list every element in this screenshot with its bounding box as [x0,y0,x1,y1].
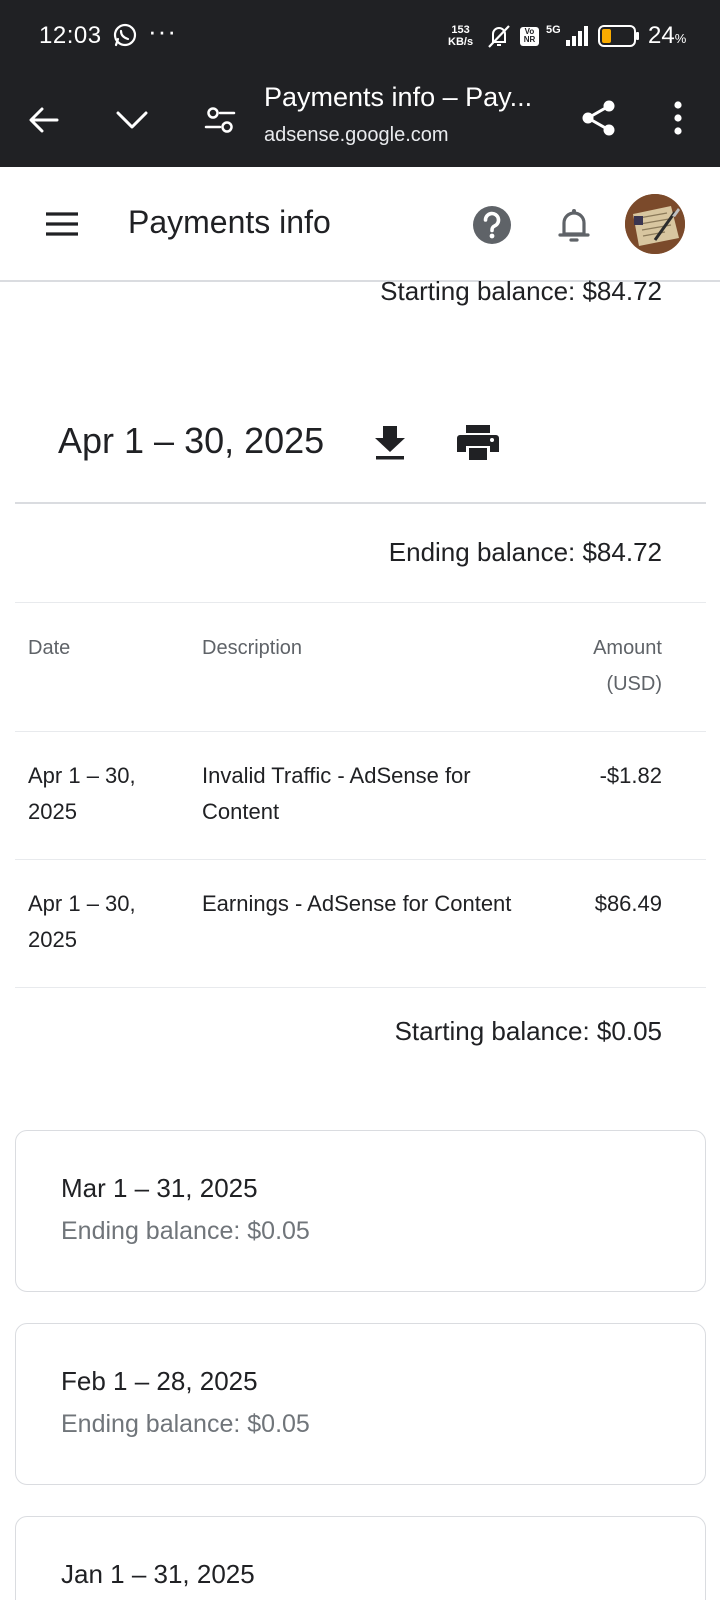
period-card-title: Feb 1 – 28, 2025 [61,1366,258,1396]
column-header-description: Description [202,637,303,659]
ending-balance: Ending balance: $84.72 [388,537,662,567]
battery-value: 24 [648,22,675,49]
starting-balance: Starting balance: $0.05 [394,1016,662,1046]
network-speed: 153 KB/s [448,24,473,48]
period-card-ending-balance: Ending balance: $0.05 [61,1410,310,1438]
divider [15,502,706,504]
network-type: 5G [546,24,561,36]
page-title[interactable]: Payments info – Pay... [264,82,532,113]
whatsapp-icon [113,23,137,47]
row-description: Invalid Traffic - AdSense for Content [202,763,471,824]
row-date: Apr 1 – 30, 2025 [28,891,136,952]
browser-toolbar: Payments info – Pay... adsense.google.co… [0,72,720,167]
header-title: Payments info [128,204,331,240]
period-card-title: Mar 1 – 31, 2025 [61,1173,258,1203]
status-more-icon: ··· [148,16,177,46]
bell-icon[interactable] [552,203,596,247]
period-card[interactable]: Mar 1 – 31, 2025 Ending balance: $0.05 [15,1130,706,1292]
divider [15,987,706,988]
battery-percent: 24% [648,22,686,50]
more-options-button[interactable] [654,94,702,142]
menu-icon[interactable] [40,202,84,246]
divider [15,602,706,603]
column-header-date: Date [28,637,71,659]
help-icon[interactable] [470,203,514,247]
share-button[interactable] [575,94,623,142]
divider [15,859,706,860]
page-url[interactable]: adsense.google.com [264,124,449,147]
back-icon [29,107,59,133]
period-card-ending-balance: Ending balance: $0.05 [61,1217,310,1245]
chevron-down-icon [116,111,148,129]
row-date: Apr 1 – 30, 2025 [28,763,136,824]
period-title: Apr 1 – 30, 2025 [58,420,325,461]
minimize-button[interactable] [108,96,156,144]
avatar[interactable] [625,194,685,254]
more-vert-icon [674,101,682,135]
speed-value: 153 [451,24,470,36]
battery-icon [598,25,639,47]
row-description: Earnings - AdSense for Content [202,891,512,916]
avatar-image [625,194,685,254]
row-amount: -$1.82 [599,763,662,788]
column-header-amount: Amount (USD) [593,637,662,695]
speed-unit: KB/s [448,36,474,48]
print-icon[interactable] [456,420,500,464]
app-header: Payments info [0,167,720,282]
share-icon [582,100,615,136]
status-time: 12:03 [39,22,102,49]
period-card-title: Jan 1 – 31, 2025 [61,1559,255,1589]
site-settings-button[interactable] [196,96,244,144]
back-button[interactable] [20,96,68,144]
volte-badge: Vo NR [520,27,539,46]
battery-unit: % [674,31,687,46]
status-bar: 12:03 ··· 153 KB/s Vo NR 5G 24% [0,0,720,72]
divider [15,731,706,732]
period-card[interactable]: Jan 1 – 31, 2025 [15,1516,706,1600]
download-icon[interactable] [370,420,410,464]
previous-starting-balance: Starting balance: $84.72 [380,276,662,306]
signal-icon: 5G [546,24,588,46]
volte-bottom: NR [523,35,536,44]
period-card[interactable]: Feb 1 – 28, 2025 Ending balance: $0.05 [15,1323,706,1485]
mute-icon [488,25,510,48]
tune-icon [204,107,236,133]
row-amount: $86.49 [594,891,662,916]
